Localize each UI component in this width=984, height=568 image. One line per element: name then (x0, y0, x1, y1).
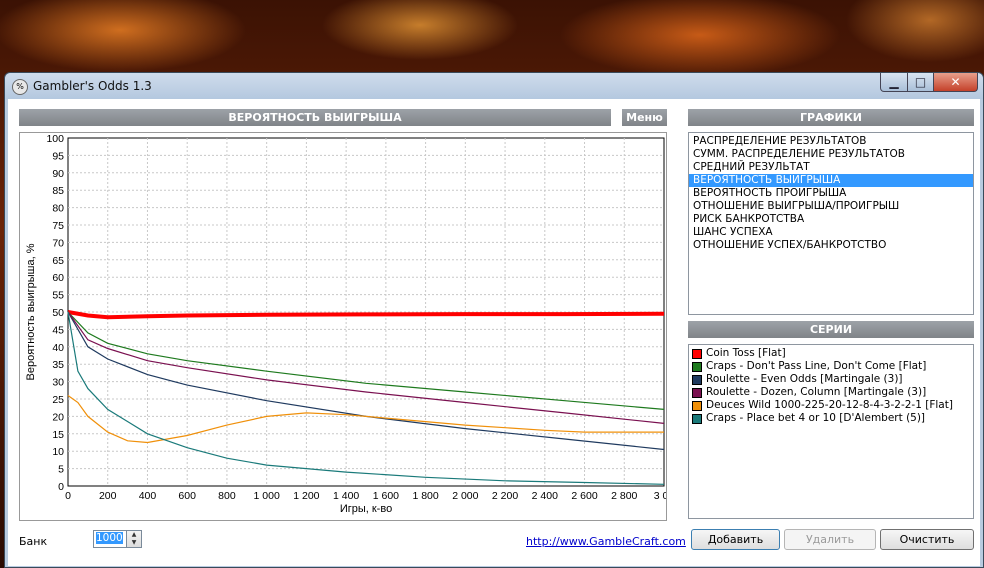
y-tick-label: 85 (52, 185, 64, 197)
x-tick-label: 0 (65, 490, 71, 502)
y-tick-label: 40 (52, 342, 64, 354)
graph-item[interactable]: ОТНОШЕНИЕ ВЫИГРЫША/ПРОИГРЫШ (689, 200, 973, 213)
y-tick-label: 20 (52, 411, 64, 423)
series-label: Roulette - Dozen, Column [Martingale (3)… (706, 386, 927, 398)
y-tick-label: 5 (58, 464, 64, 476)
x-tick-label: 2 800 (611, 490, 637, 502)
graphs-list[interactable]: РАСПРЕДЕЛЕНИЕ РЕЗУЛЬТАТОВ СУММ. РАСПРЕДЕЛ… (688, 132, 974, 315)
graph-item[interactable]: ОТНОШЕНИЕ УСПЕХ/БАНКРОТСТВО (689, 239, 973, 252)
y-tick-label: 100 (46, 133, 64, 145)
y-tick-label: 30 (52, 377, 64, 389)
series-item[interactable]: Deuces Wild 1000-225-20-12-8-4-3-2-2-1 [… (689, 399, 973, 412)
series-item[interactable]: Roulette - Dozen, Column [Martingale (3)… (689, 386, 973, 399)
x-axis-label: Игры, к-во (340, 503, 392, 515)
chart-area: 0 200 400 600 800 1 000 1 200 1 400 1 600 1 800 2 … (19, 132, 667, 521)
window-title: Gambler's Odds 1.3 (33, 79, 152, 93)
x-tick-label: 600 (178, 490, 196, 502)
chart-header: ВЕРОЯТНОСТЬ ВЫИГРЫША (19, 109, 611, 126)
series-color-swatch (692, 400, 702, 411)
y-tick-label: 45 (52, 324, 64, 336)
x-tick-label: 1 600 (373, 490, 399, 502)
website-link[interactable]: http://www.GambleCraft.com (526, 535, 686, 548)
graph-item[interactable]: РИСК БАНКРОТСТВА (689, 213, 973, 226)
delete-button[interactable]: Удалить (784, 529, 876, 550)
series-label: Deuces Wild 1000-225-20-12-8-4-3-2-2-1 [… (706, 399, 953, 411)
series-color-swatch (692, 413, 702, 424)
series-header: СЕРИИ (688, 321, 974, 338)
y-tick-label: 80 (52, 203, 64, 215)
bank-value: 1000 (96, 532, 123, 544)
series-item[interactable]: Craps - Place bet 4 or 10 [D'Alembert (5… (689, 412, 973, 425)
series-item[interactable]: Coin Toss [Flat] (689, 347, 973, 360)
graph-item[interactable]: ВЕРОЯТНОСТЬ ВЫИГРЫША (689, 174, 973, 187)
menu-button[interactable]: Меню (622, 109, 667, 126)
x-tick-label: 2 600 (571, 490, 597, 502)
x-tick-label: 1 000 (254, 490, 280, 502)
x-tick-label: 2 000 (452, 490, 478, 502)
x-tick-label: 2 400 (532, 490, 558, 502)
app-icon: % (12, 79, 28, 95)
y-tick-label: 50 (52, 307, 64, 319)
series-color-swatch (692, 387, 702, 398)
series-item[interactable]: Roulette - Even Odds [Martingale (3)] (689, 373, 973, 386)
graph-item[interactable]: РАСПРЕДЕЛЕНИЕ РЕЗУЛЬТАТОВ (689, 135, 973, 148)
y-tick-label: 25 (52, 394, 64, 406)
x-tick-label: 2 200 (492, 490, 518, 502)
client-area: ВЕРОЯТНОСТЬ ВЫИГРЫША Меню ГРАФИКИ СЕРИИ … (8, 99, 980, 566)
app-window: % Gambler's Odds 1.3 ▁ □ ✕ ВЕРОЯТНОСТЬ В… (4, 72, 984, 568)
clear-button[interactable]: Очистить (880, 529, 974, 550)
y-tick-label: 65 (52, 255, 64, 267)
series-color-swatch (692, 361, 702, 372)
series-label: Coin Toss [Flat] (706, 347, 786, 359)
graphs-header: ГРАФИКИ (688, 109, 974, 126)
graph-item[interactable]: СУММ. РАСПРЕДЕЛЕНИЕ РЕЗУЛЬТАТОВ (689, 148, 973, 161)
x-tick-label: 1 200 (293, 490, 319, 502)
y-tick-label: 60 (52, 272, 64, 284)
spin-up-icon[interactable]: ▲ (132, 531, 137, 538)
x-tick-label: 1 400 (333, 490, 359, 502)
series-color-swatch (692, 348, 702, 359)
add-button[interactable]: Добавить (691, 529, 780, 550)
graph-item[interactable]: СРЕДНИЙ РЕЗУЛЬТАТ (689, 161, 973, 174)
x-tick-label: 3 00 (654, 490, 666, 502)
y-tick-label: 10 (52, 446, 64, 458)
series-item[interactable]: Craps - Don't Pass Line, Don't Come [Fla… (689, 360, 973, 373)
graph-item[interactable]: ВЕРОЯТНОСТЬ ПРОИГРЫША (689, 187, 973, 200)
series-color-swatch (692, 374, 702, 385)
x-tick-label: 400 (139, 490, 157, 502)
spin-down-icon[interactable]: ▼ (132, 539, 137, 546)
maximize-button[interactable]: □ (907, 73, 934, 92)
y-tick-label: 75 (52, 220, 64, 232)
close-button[interactable]: ✕ (933, 73, 978, 92)
y-tick-label: 90 (52, 168, 64, 180)
y-tick-label: 70 (52, 237, 64, 249)
bank-spinner[interactable]: ▲ ▼ (126, 530, 142, 548)
series-list[interactable]: Coin Toss [Flat] Craps - Don't Pass Line,… (688, 344, 974, 519)
series-label: Roulette - Even Odds [Martingale (3)] (706, 373, 903, 385)
x-tick-label: 800 (218, 490, 236, 502)
y-tick-label: 55 (52, 290, 64, 302)
graph-item[interactable]: ШАНС УСПЕХА (689, 226, 973, 239)
x-tick-label: 200 (99, 490, 117, 502)
minimize-button[interactable]: ▁ (880, 73, 908, 92)
y-tick-label: 15 (52, 429, 64, 441)
y-axis-label: Вероятность выигрыша, % (25, 243, 37, 380)
title-bar[interactable]: % Gambler's Odds 1.3 ▁ □ ✕ (5, 73, 983, 99)
x-tick-label: 1 800 (412, 490, 438, 502)
series-label: Craps - Place bet 4 or 10 [D'Alembert (5… (706, 412, 926, 424)
bank-label: Банк (19, 535, 48, 548)
y-tick-label: 35 (52, 359, 64, 371)
y-tick-label: 95 (52, 150, 64, 162)
series-label: Craps - Don't Pass Line, Don't Come [Fla… (706, 360, 927, 372)
y-tick-label: 0 (58, 481, 64, 493)
win-probability-chart: 0 200 400 600 800 1 000 1 200 1 400 1 600 1 800 2 … (25, 133, 666, 515)
